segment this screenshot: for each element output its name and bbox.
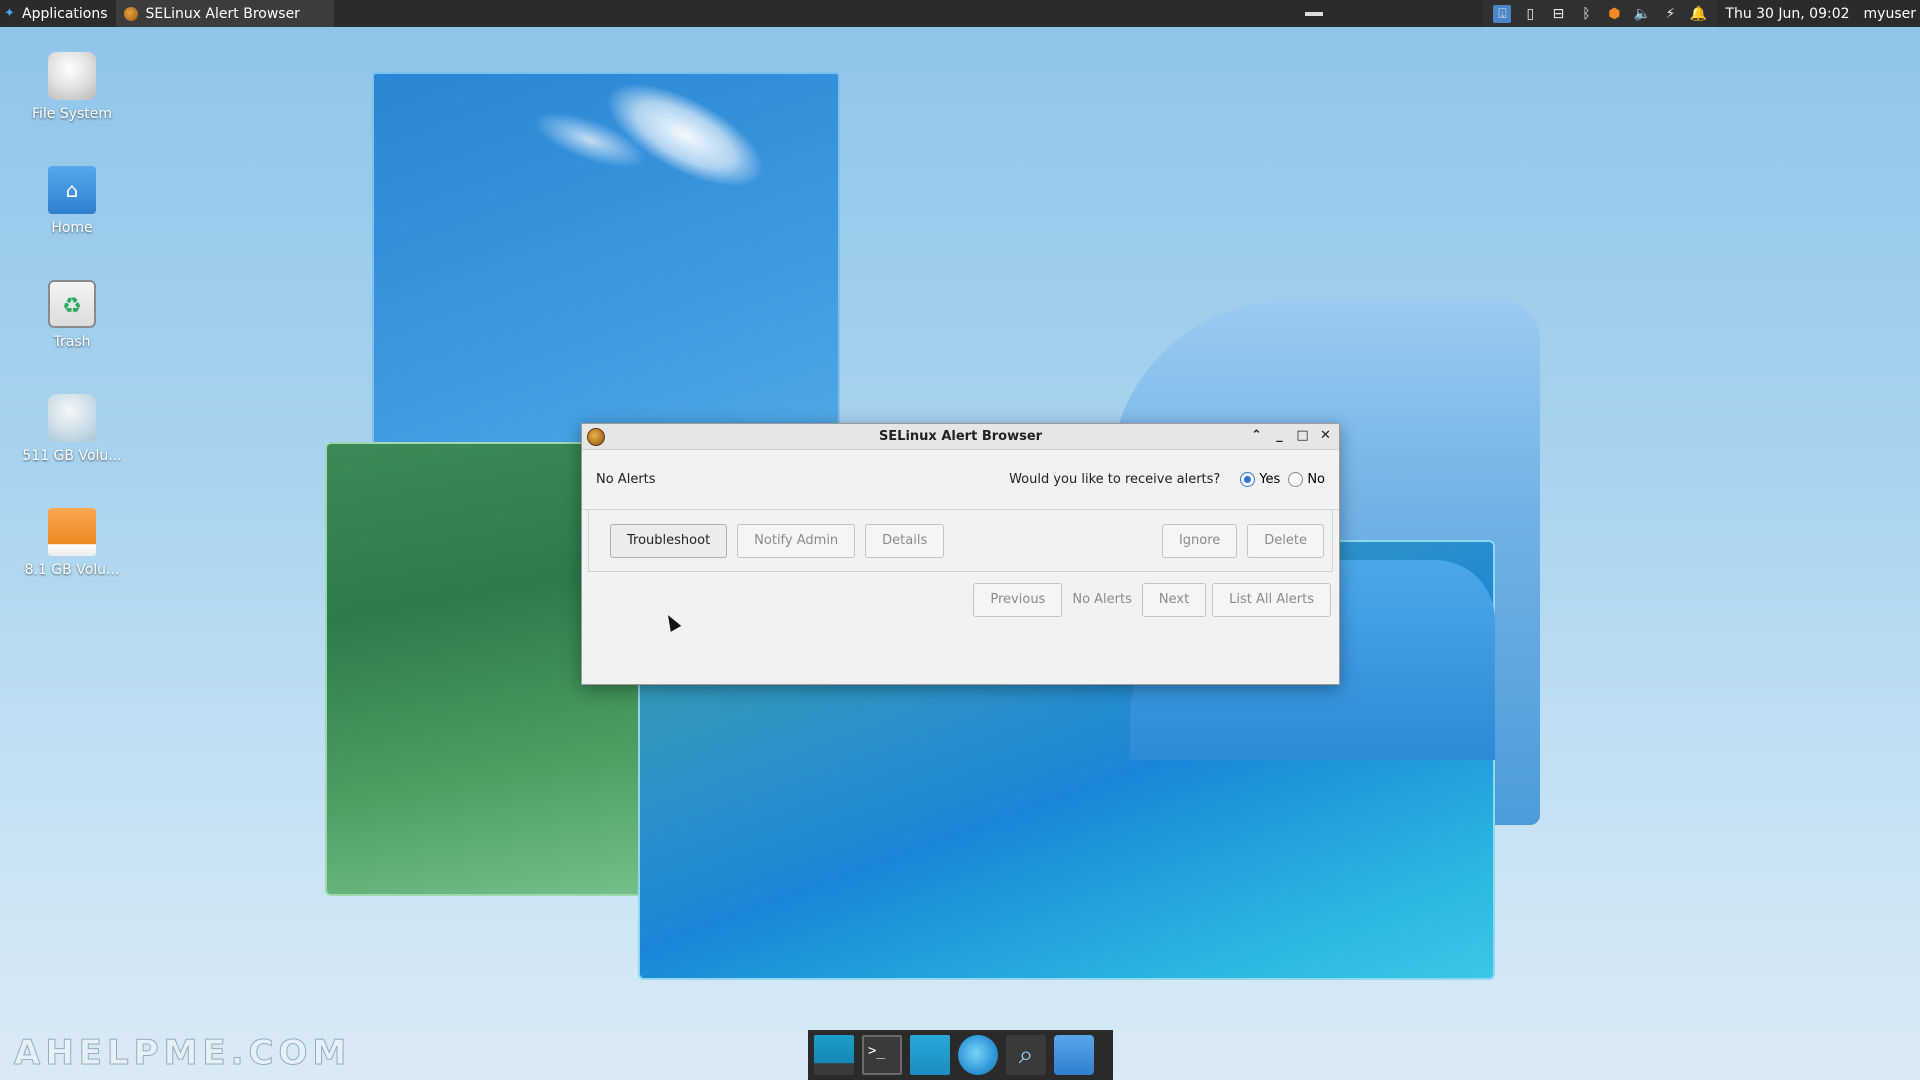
desktop-icon-trash[interactable]: Trash <box>22 280 122 350</box>
drive-removable-icon <box>48 508 96 556</box>
radio-yes[interactable]: Yes <box>1240 472 1280 487</box>
drive-harddisk-icon <box>48 52 96 100</box>
navigation-row: Previous No Alerts Next List All Alerts <box>582 572 1339 627</box>
list-all-alerts-button[interactable]: List All Alerts <box>1212 582 1331 617</box>
desktop-icon-label: 8.1 GB Volu... <box>24 562 120 578</box>
window-title: SELinux Alert Browser <box>878 429 1043 444</box>
alert-position-label: No Alerts <box>1072 592 1132 607</box>
close-button[interactable]: ✕ <box>1318 427 1333 445</box>
troubleshoot-button[interactable]: Troubleshoot <box>610 523 728 558</box>
selinux-app-icon <box>587 427 605 446</box>
desktop-icon-label: File System <box>31 106 113 122</box>
radio-no[interactable]: No <box>1288 472 1325 487</box>
applications-menu[interactable]: ✦ Applications <box>0 0 114 27</box>
show-desktop-icon[interactable] <box>814 1035 854 1075</box>
top-panel: ✦ Applications SELinux Alert Browser ⍗ ▯… <box>0 0 1920 27</box>
radio-no-label: No <box>1307 472 1325 487</box>
drive-volume-icon <box>48 394 96 442</box>
bottom-dock: >_ ⌕ <box>808 1030 1113 1080</box>
show-desktop-button[interactable] <box>1305 11 1324 16</box>
taskbar-window-title: SELinux Alert Browser <box>145 5 300 22</box>
radio-yes-indicator[interactable] <box>1240 472 1256 487</box>
system-tray: ⍗ ▯ ⊟ ᛒ ⬢ 🔈 ⚡ 🔔 <box>1483 0 1718 27</box>
folder-icon[interactable] <box>1054 1035 1094 1075</box>
desktop-icon-label: 511 GB Volu... <box>22 448 122 464</box>
desktop-icon-label: Trash <box>53 334 91 350</box>
applications-label: Applications <box>22 5 108 22</box>
watermark: AHELPME.COM <box>13 1033 352 1074</box>
window-titlebar[interactable]: SELinux Alert Browser ⌃ _ □ ✕ <box>582 424 1339 450</box>
desktop-icon-volume-511gb[interactable]: 511 GB Volu... <box>22 394 122 464</box>
notes-icon[interactable]: ▯ <box>1521 5 1539 23</box>
selinux-shield-icon[interactable]: ⬢ <box>1605 5 1623 23</box>
desktop-icon-volume-8gb[interactable]: 8.1 GB Volu... <box>22 508 122 578</box>
radio-yes-label: Yes <box>1259 472 1281 487</box>
desktop-icon-label: Home <box>51 220 93 236</box>
volume-icon[interactable]: 🔈 <box>1633 5 1651 23</box>
trash-icon <box>48 280 96 328</box>
radio-no-indicator[interactable] <box>1288 472 1304 487</box>
receive-alerts-question: Would you like to receive alerts? <box>1009 472 1221 487</box>
bluetooth-icon[interactable]: ᛒ <box>1577 5 1595 23</box>
maximize-button[interactable]: □ <box>1295 427 1310 445</box>
desktop-icon-file-system[interactable]: File System <box>22 52 122 122</box>
desktop-icon-home[interactable]: Home <box>22 166 122 236</box>
actions-panel: Troubleshoot Notify Admin Details Ignore… <box>588 510 1333 572</box>
clock[interactable]: Thu 30 Jun, 09:02 <box>1717 6 1857 22</box>
window-controls: ⌃ _ □ ✕ <box>1249 427 1333 445</box>
details-button[interactable]: Details <box>865 523 945 558</box>
shade-button[interactable]: ⌃ <box>1249 427 1264 445</box>
terminal-icon[interactable]: >_ <box>862 1035 902 1075</box>
selinux-alert-browser-window: SELinux Alert Browser ⌃ _ □ ✕ No Alerts … <box>581 423 1340 685</box>
web-browser-icon[interactable] <box>958 1035 998 1075</box>
ignore-button[interactable]: Ignore <box>1161 523 1238 558</box>
user-menu[interactable]: myuser <box>1858 6 1920 22</box>
notification-bell-icon[interactable]: 🔔 <box>1689 5 1707 23</box>
network-icon[interactable]: ⊟ <box>1549 5 1567 23</box>
minimize-button[interactable]: _ <box>1272 427 1287 445</box>
previous-button[interactable]: Previous <box>973 582 1063 617</box>
applications-icon: ✦ <box>4 5 15 21</box>
app-finder-search-icon[interactable]: ⌕ <box>1006 1035 1046 1075</box>
alert-status-label: No Alerts <box>596 472 656 487</box>
selinux-app-icon <box>123 6 138 21</box>
notify-admin-button[interactable]: Notify Admin <box>737 523 856 558</box>
power-icon[interactable]: ⚡ <box>1661 5 1679 23</box>
home-folder-icon <box>48 166 96 214</box>
next-button[interactable]: Next <box>1141 582 1207 617</box>
status-row: No Alerts Would you like to receive aler… <box>582 450 1339 510</box>
file-manager-icon[interactable] <box>910 1035 950 1075</box>
clipboard-icon[interactable]: ⍗ <box>1493 4 1512 23</box>
delete-button[interactable]: Delete <box>1247 523 1324 558</box>
taskbar-window-button[interactable]: SELinux Alert Browser <box>115 0 334 27</box>
